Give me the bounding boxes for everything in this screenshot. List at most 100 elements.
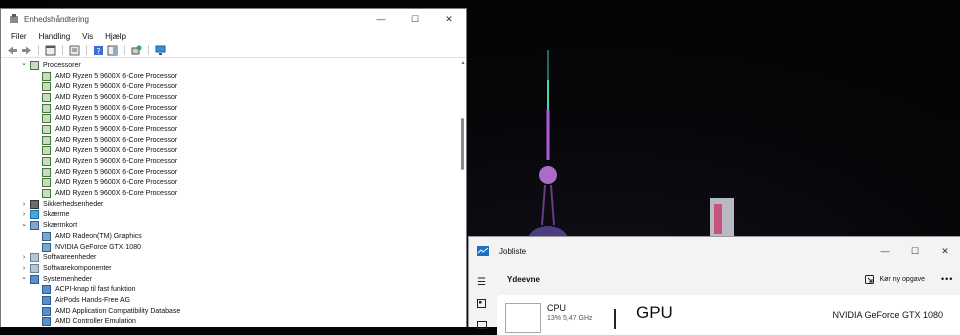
device-label: AirPods Hands-Free AG [55,296,131,304]
cpu-icon [30,60,39,70]
scan-hardware-icon[interactable] [131,45,142,56]
device-category[interactable]: ⌄ Systemenheder [1,274,459,285]
device-item[interactable]: AMD Ryzen 5 9600X 6-Core Processor [1,167,459,178]
device-label: Skærme [43,211,70,219]
device-label: AMD Ryzen 5 9600X 6-Core Processor [55,93,178,101]
device-item[interactable]: AirPods Hands-Free AG [1,295,459,306]
title-bar[interactable]: Jobliste — ☐ ✕ [469,237,960,265]
cpu-item-name[interactable]: CPU [547,303,566,313]
device-category[interactable]: › Sikkerhedsenheder [1,199,459,210]
resource-list: CPU 13% 5,47 GHz [497,295,627,335]
app-history-nav-icon[interactable] [477,321,487,329]
device-label: Skærmkort [43,222,78,230]
device-category[interactable]: ⌄ Skærmkort [1,220,459,231]
toolbar-separator [148,45,149,55]
gpu-detail-pane: GPU NVIDIA GeForce GTX 1080 [614,295,960,335]
toolbar-separator [38,45,39,55]
software-device-icon [30,253,39,263]
device-label: AMD Ryzen 5 9600X 6-Core Processor [55,190,178,198]
device-item[interactable]: AMD Application Compatibility Database [1,306,459,317]
chevron-down-icon[interactable]: ⌄ [20,60,28,67]
device-label: ACPI-knap til fast funktion [55,286,136,294]
chevron-right-icon[interactable]: › [20,265,28,272]
menu-file[interactable]: Filer [5,32,33,41]
minimize-button[interactable]: — [870,246,900,256]
device-item[interactable]: AMD Ryzen 5 9600X 6-Core Processor [1,81,459,92]
software-component-icon [30,263,39,273]
chevron-down-icon[interactable]: ⌄ [20,220,28,228]
device-item[interactable]: AMD Ryzen 5 9600X 6-Core Processor [1,113,459,124]
performance-nav-icon[interactable] [477,299,486,308]
device-item[interactable]: AMD Controller Emulation [1,317,459,328]
toolbar-separator [124,45,125,55]
pane-divider[interactable] [614,309,616,329]
monitor-icon[interactable] [155,45,166,56]
device-category[interactable]: ⌄ Processorer [1,60,459,71]
chevron-right-icon[interactable]: › [20,211,28,218]
system-device-icon [42,285,51,295]
system-device-icon [42,317,51,327]
security-device-icon [30,199,39,209]
tv-tower-image [528,50,568,250]
device-item[interactable]: AMD Ryzen 5 9600X 6-Core Processor [1,156,459,167]
window-title: Jobliste [499,246,527,256]
device-item[interactable]: AMD Ryzen 5 9600X 6-Core Processor [1,124,459,135]
device-label: AMD Ryzen 5 9600X 6-Core Processor [55,158,178,166]
scroll-up-arrow-icon[interactable]: ▲ [460,60,466,66]
system-device-icon [42,295,51,305]
device-category[interactable]: › Softwarekomponenter [1,263,459,274]
run-new-task-button[interactable]: Kør ny opgave [865,274,925,284]
device-item[interactable]: AMD Ryzen 5 9600X 6-Core Processor [1,71,459,82]
action-pane-icon[interactable] [107,45,118,56]
device-item[interactable]: AMD Ryzen 5 9600X 6-Core Processor [1,146,459,157]
svg-text:?: ? [96,47,100,56]
device-item[interactable]: AMD Ryzen 5 9600X 6-Core Processor [1,188,459,199]
maximize-button[interactable]: ☐ [900,246,930,257]
menu-view[interactable]: Vis [76,32,99,41]
vertical-scrollbar[interactable]: ▲ [460,60,466,328]
device-label: Systemenheder [43,275,93,283]
hamburger-menu-icon[interactable]: ☰ [477,277,486,288]
chevron-right-icon[interactable]: › [20,254,28,261]
device-item[interactable]: AMD Radeon(TM) Graphics [1,231,459,242]
display-adapter-icon [30,221,39,231]
scrollbar-thumb[interactable] [461,118,464,170]
toolbar-separator [62,45,63,55]
chevron-down-icon[interactable]: ⌄ [20,273,28,281]
show-hide-console-tree-icon[interactable] [45,45,56,56]
menu-bar: Filer Handling Vis Hjælp [1,29,466,43]
device-item[interactable]: NVIDIA GeForce GTX 1080 [1,242,459,253]
device-label: AMD Radeon(TM) Graphics [55,232,142,240]
device-item[interactable]: ACPI-knap til fast funktion [1,284,459,295]
close-button[interactable]: ✕ [930,246,960,257]
device-item[interactable]: AMD Ryzen 5 9600X 6-Core Processor [1,92,459,103]
more-options-button[interactable]: ••• [941,274,960,284]
close-button[interactable]: ✕ [432,9,466,29]
forward-arrow-icon[interactable] [21,45,32,56]
properties-icon[interactable] [69,45,80,56]
window-title: Enhedshåndtering [24,14,89,24]
device-manager-icon [10,14,18,23]
device-category[interactable]: › Softwareenheder [1,252,459,263]
device-item[interactable]: AMD Ryzen 5 9600X 6-Core Processor [1,178,459,189]
page-header: Ydeevne Kør ny opgave ••• [497,265,960,293]
cpu-icon [42,114,51,124]
chevron-right-icon[interactable]: › [20,201,28,208]
device-label: AMD Controller Emulation [55,318,136,326]
device-item[interactable]: AMD Ryzen 5 9600X 6-Core Processor [1,103,459,114]
device-manager-window: Enhedshåndtering — ☐ ✕ Filer Handling Vi… [0,8,467,327]
cpu-icon [42,92,51,102]
minimize-button[interactable]: — [364,9,398,29]
menu-help[interactable]: Hjælp [99,32,132,41]
menu-action[interactable]: Handling [33,32,77,41]
toolbar: ? [1,43,466,58]
device-category[interactable]: › Skærme [1,210,459,221]
toolbar-separator [86,45,87,55]
device-label: Sikkerhedsenheder [43,200,104,208]
help-icon[interactable]: ? [93,45,104,56]
title-bar[interactable]: Enhedshåndtering — ☐ ✕ [1,9,466,29]
device-label: AMD Ryzen 5 9600X 6-Core Processor [55,104,178,112]
device-item[interactable]: AMD Ryzen 5 9600X 6-Core Processor [1,135,459,146]
maximize-button[interactable]: ☐ [398,9,432,29]
back-arrow-icon[interactable] [7,45,18,56]
